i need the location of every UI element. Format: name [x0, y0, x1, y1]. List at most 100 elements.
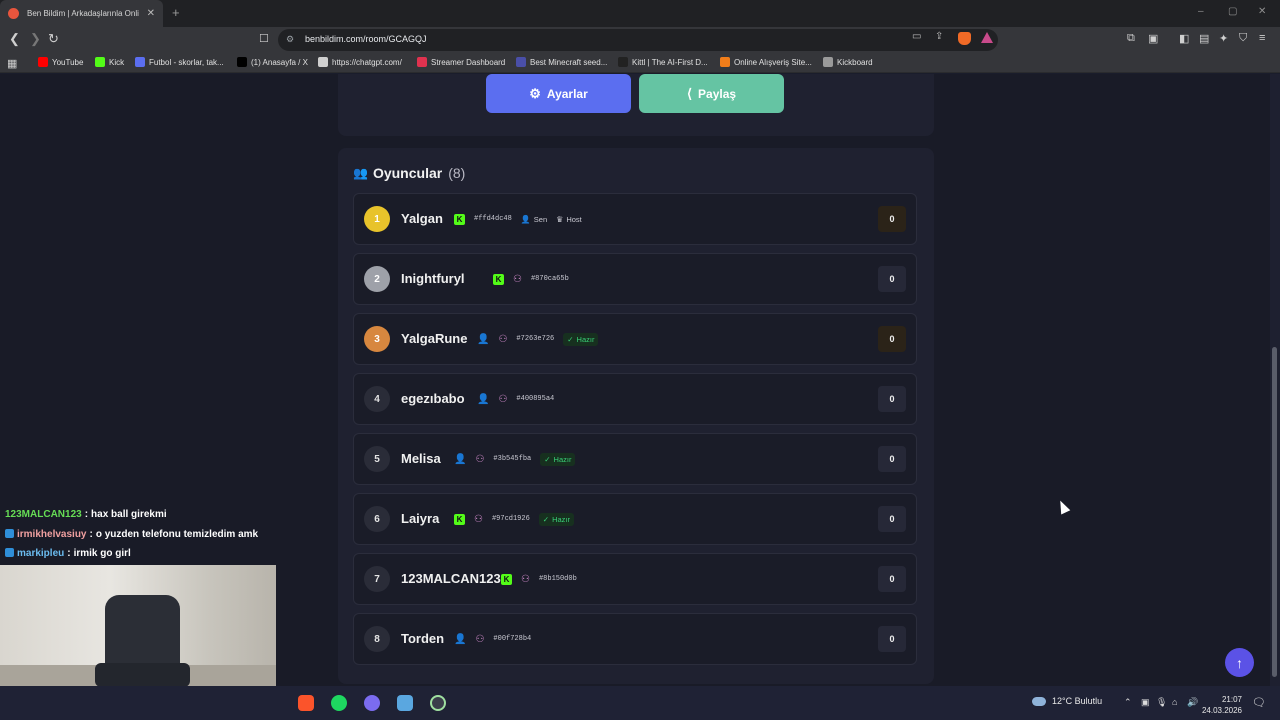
address-bar[interactable]: ⚙ benbildim.com/room/GCAGQJ	[278, 29, 998, 51]
bookmark-10[interactable]: Kickboard	[823, 57, 873, 67]
bookmark-5[interactable]: https://chatgpt.com/	[318, 57, 402, 67]
share-page-icon[interactable]: ⇪	[935, 31, 943, 42]
add-friend-icon[interactable]: ⚇	[475, 454, 484, 465]
bookmark-1[interactable]: YouTube	[38, 57, 83, 67]
player-score: 0	[878, 446, 906, 472]
user-icon: 👤	[454, 633, 467, 645]
back-icon[interactable]: ❮	[9, 32, 20, 46]
settings-button[interactable]: ⚙ Ayarlar	[486, 74, 631, 113]
add-friend-icon[interactable]: ⚇	[521, 574, 530, 585]
spotify-taskbar-icon[interactable]	[331, 695, 347, 711]
menu-icon[interactable]: ≡	[1259, 32, 1265, 44]
add-friend-icon[interactable]: ⚇	[475, 634, 484, 645]
discord-taskbar-icon[interactable]	[364, 695, 380, 711]
user-icon: 👤	[477, 333, 490, 345]
player-name: Laiyra	[401, 511, 440, 526]
close-window-icon[interactable]: ✕	[1258, 6, 1266, 17]
bookmark-label: Kick	[109, 57, 125, 67]
bookmark-2[interactable]: Kick	[95, 57, 124, 67]
site-info-icon[interactable]: ⚙	[286, 34, 294, 45]
player-rank: 6	[364, 506, 390, 532]
reading-list-icon[interactable]: ▣	[1148, 32, 1158, 45]
check-circle-icon: ✓	[542, 514, 550, 524]
add-friend-icon[interactable]: ⚇	[498, 394, 507, 405]
sidebar-icon[interactable]: ◧	[1179, 32, 1189, 45]
bookmark-4[interactable]: (1) Anasayfa / X	[237, 57, 308, 67]
obs-taskbar-icon[interactable]	[430, 695, 446, 711]
chat-separator: :	[67, 548, 71, 559]
player-score: 0	[878, 266, 906, 292]
page-scrollbar[interactable]	[1270, 74, 1280, 686]
ready-label: Hazır	[576, 334, 595, 344]
player-score: 0	[878, 386, 906, 412]
microphone-icon[interactable]: 🎙	[1156, 697, 1167, 708]
player-row[interactable]: 5 Melisa 👤 ⚇ #3b545fba ✓ Hazır 0	[353, 433, 917, 485]
ready-badge: ✓ Hazır	[540, 452, 576, 466]
bookmark-label: Futbol - skorlar, tak...	[149, 57, 224, 67]
bookmark-label: YouTube	[52, 57, 84, 67]
maximize-icon[interactable]: ▢	[1228, 6, 1237, 17]
check-circle-icon: ✓	[544, 454, 551, 464]
reload-icon[interactable]: ↻	[48, 32, 59, 46]
player-rank: 5	[364, 446, 390, 472]
you-tag: 👤 Sen	[521, 215, 547, 224]
user-icon: 👤	[520, 214, 531, 224]
tray-overflow-icon[interactable]: ⌃	[1124, 697, 1132, 708]
close-tab-icon[interactable]: ✕	[147, 8, 155, 19]
cast-icon[interactable]: ▭	[912, 31, 921, 42]
ready-label: Hazır	[552, 514, 570, 524]
add-friend-icon[interactable]: ⚇	[513, 274, 522, 285]
player-row[interactable]: 8 Torden 👤 ⚇ #00f728b4 0	[353, 613, 917, 665]
new-tab-button[interactable]: +	[172, 5, 180, 20]
bookmark-3[interactable]: Futbol - skorlar, tak...	[135, 57, 224, 67]
brave-shields-icon[interactable]	[958, 32, 971, 45]
wallet-icon[interactable]: ▤	[1199, 32, 1209, 45]
forward-icon[interactable]: ❯	[30, 32, 41, 46]
browser-tab[interactable]: Ben Bildim | Arkadaşlarınla Onli ✕	[0, 0, 163, 27]
player-score: 0	[878, 626, 906, 652]
weather-widget[interactable]: 12°C Bulutlu	[1032, 696, 1102, 706]
player-row[interactable]: 7 123MALCAN123 K ⚇ #8b150d0b 0	[353, 553, 917, 605]
bookmark-icon[interactable]: ☐	[259, 32, 269, 46]
x-icon	[237, 57, 247, 67]
url-text[interactable]: benbildim.com/room/GCAGQJ	[305, 34, 427, 44]
minimize-icon[interactable]: –	[1198, 6, 1204, 17]
player-row[interactable]: 6 Laiyra K ⚇ #97cd1926 ✓ Hazır 0	[353, 493, 917, 545]
app-taskbar-icon[interactable]	[397, 695, 413, 711]
player-row[interactable]: 4 egezıbabo 👤 ⚇ #400895a4 0	[353, 373, 917, 425]
extensions-icon[interactable]: ⧉	[1127, 32, 1135, 45]
add-friend-icon[interactable]: ⚇	[474, 514, 483, 525]
player-row[interactable]: 1 Yalgan K #ffd4dc48 👤 Sen ♛ Host 0	[353, 193, 917, 245]
bookmark-9[interactable]: Online Alışveriş Site...	[720, 57, 812, 67]
brave-rewards-icon[interactable]	[981, 32, 993, 43]
player-score: 0	[878, 326, 906, 352]
bookmark-7[interactable]: Best Minecraft seed...	[516, 57, 607, 67]
flashscore-icon	[135, 57, 145, 67]
chat-badge-icon	[5, 529, 14, 538]
bookmark-8[interactable]: Kittl | The AI-First D...	[618, 57, 708, 67]
network-icon[interactable]: ⌂	[1172, 697, 1177, 707]
check-circle-icon: ✓	[567, 334, 574, 344]
volume-icon[interactable]: 🔊	[1187, 697, 1198, 708]
bookmark-6[interactable]: Streamer Dashboard	[417, 57, 505, 67]
scrollbar-thumb[interactable]	[1272, 347, 1277, 677]
browser-toolbar: ❮ ❯ ↻ ☐ ⚙ benbildim.com/room/GCAGQJ ▭ ⇪ …	[0, 27, 1280, 53]
player-row[interactable]: 2 Inightfuryl K ⚇ #870ca65b 0	[353, 253, 917, 305]
notifications-icon[interactable]: 🗨	[1252, 696, 1266, 709]
webcam-overlay	[0, 565, 276, 686]
apps-grid-icon[interactable]: ▦	[7, 57, 17, 70]
host-label: Host	[566, 214, 582, 224]
add-friend-icon[interactable]: ⚇	[498, 334, 507, 345]
youtube-icon	[38, 57, 48, 67]
bookmark-label: (1) Anasayfa / X	[251, 57, 308, 67]
player-row[interactable]: 3 YalgaRune 👤 ⚇ #7263e726 ✓ Hazır 0	[353, 313, 917, 365]
shop-icon	[720, 57, 730, 67]
tray-app-icon[interactable]: ▣	[1141, 697, 1150, 708]
scroll-to-top-button[interactable]: ↑	[1225, 648, 1254, 677]
vpn-icon[interactable]: ⛉	[1239, 32, 1247, 45]
system-clock[interactable]: 21:07 24.03.2026	[1198, 694, 1242, 716]
weather-text: 12°C Bulutlu	[1052, 696, 1103, 706]
share-button[interactable]: ⟨ Paylaş	[639, 74, 784, 113]
brave-taskbar-icon[interactable]	[298, 695, 314, 711]
leo-ai-icon[interactable]: ✦	[1219, 32, 1228, 45]
